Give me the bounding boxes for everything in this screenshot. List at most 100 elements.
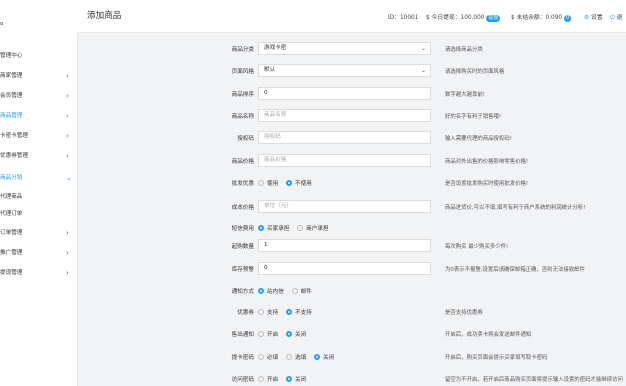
voucher-radio-group: 支持 不支持 [258, 308, 318, 316]
sidebar-item-agent-orders[interactable]: 代理订单 [0, 207, 77, 221]
chevron-right-icon: › [66, 112, 69, 120]
unsettled-balance: $ 未结余额：0.090 0 [511, 15, 572, 22]
radio-not-support[interactable]: 不支持 [285, 308, 312, 316]
stock-warn-input[interactable]: 0 [258, 262, 431, 275]
form-label: 成本价格 [231, 205, 254, 211]
form-hint: 开启后，成功卖卡将会发送邮件通知 [445, 332, 532, 338]
sidebar-item-label: 商家管理 [0, 73, 23, 79]
page-title: 添加商品 [87, 11, 122, 21]
form-label: 商品名称 [231, 114, 254, 120]
sidebar-item-label: 优惠券管理 [0, 153, 28, 159]
sidebar-item-agent-goods[interactable]: 代理商品 [0, 190, 77, 204]
radio-site-msg[interactable]: 站内信 [258, 287, 284, 295]
settings-link[interactable]: ⚙ 设置 [584, 12, 603, 21]
radio-off[interactable]: 关闭 [285, 375, 306, 383]
sort-input[interactable]: 0 [258, 87, 431, 100]
chevron-right-icon: › [66, 249, 69, 257]
chevron-right-icon: › [66, 152, 69, 160]
sidebar-item-label: 商品分销 [0, 175, 23, 181]
sidebar-item-orders[interactable]: 订单管理 › [0, 226, 77, 240]
sidebar-item-home[interactable]: o [0, 17, 77, 31]
pickup-pwd-radio-group: 必填 选填 关闭 [258, 353, 340, 361]
form-hint: 好的名字有利于销售哦! [445, 114, 502, 120]
sidebar-item-label: 商品管理 [0, 113, 23, 119]
radio-optional[interactable]: 选填 [285, 353, 306, 361]
form-label: 短信费用 [231, 226, 254, 232]
form-container: 商品分类 游戏卡密 ⌄ 请选择商品分类 页面风格 默认 ⌄ 请选择购买时的页面风格 … [77, 32, 626, 386]
user-id: ID：10001 [388, 15, 419, 21]
radio-on[interactable]: 开启 [258, 330, 278, 338]
sidebar-item-label: 卡密卡管理 [0, 133, 28, 139]
sell-notify-radio-group: 开启 关闭 [258, 330, 312, 338]
sidebar: o 管理中心 商家管理 › 会员管理 › 商品管理 › 卡密卡管理 › 优惠券管理 › 商… [0, 0, 78, 386]
auth-code-input[interactable]: 授权码 [258, 131, 431, 144]
sidebar-item-label: 推广管理 [0, 250, 23, 256]
header: 添加商品 ID：10001 $ 今日提现：100.000 提现 $ 未结余额：0… [77, 0, 626, 33]
form-label: 访问密码 [231, 377, 254, 383]
sidebar-item-distribution[interactable]: 商品分销 ⌄ [0, 171, 77, 185]
chevron-right-icon: › [66, 269, 69, 277]
sidebar-item-withdraw[interactable]: 提现管理 › [0, 266, 77, 280]
chevron-right-icon: › [66, 92, 69, 100]
form-label: 起购数量 [231, 244, 254, 250]
form-hint: 请选择商品分类 [445, 47, 483, 53]
form-hint: 输入需要代理的商品授权码! [445, 136, 512, 142]
chevron-right-icon: › [66, 132, 69, 140]
notify-radio-group: 站内信 邮件 [258, 287, 318, 295]
sidebar-item-label: o [0, 21, 4, 27]
radio-off[interactable]: 关闭 [313, 353, 334, 361]
form-hint: 商品对外出售的价格影响零售价格! [445, 159, 529, 165]
sidebar-item-label: 代理订单 [0, 211, 23, 217]
radio-merchant[interactable]: 商户承担 [297, 224, 329, 232]
radio-email[interactable]: 邮件 [291, 287, 312, 295]
category-select[interactable]: 游戏卡密 ⌄ [258, 42, 431, 55]
radio-not-use[interactable]: 不使用 [285, 179, 312, 187]
form-hint: 为0表示不报警,设置后请确保邮箱正确，否则无法接收邮件 [445, 267, 585, 273]
form-label: 通知方式 [231, 289, 254, 295]
sidebar-item-goods[interactable]: 商品管理 › [0, 109, 77, 123]
sidebar-item-member[interactable]: 会员管理 › [0, 89, 77, 103]
form-hint: 请选择购买时的页面风格 [445, 69, 505, 75]
chevron-right-icon: › [66, 229, 69, 237]
sidebar-item-label: 管理中心 [0, 53, 23, 59]
sidebar-item-label: 会员管理 [0, 93, 23, 99]
form-hint: 是否支持优惠券 [445, 310, 483, 316]
cost-input[interactable]: 单位（元） [258, 200, 431, 213]
form-hint: 每次购买 最少购买多少件! [445, 244, 509, 250]
form-label: 售出通知 [231, 332, 254, 338]
min-qty-input[interactable]: 1 [258, 239, 431, 252]
form-label: 库存预警 [231, 267, 254, 273]
name-input[interactable]: 商品名称 [258, 109, 431, 122]
sidebar-item-admin-center[interactable]: 管理中心 [0, 49, 77, 63]
sms-radio-group: 买家承担 商户承担 [258, 224, 335, 232]
form-hint: 留空为不开启，若开启后商品购买页面将提示输入设置的密码才能继续访问 [445, 377, 623, 383]
price-input[interactable]: 商品价格 [258, 154, 431, 167]
form-label: 商品价格 [231, 159, 254, 165]
form-label: 页面风格 [231, 69, 254, 75]
sidebar-item-promotion[interactable]: 推广管理 › [0, 246, 77, 260]
form-label: 批发优惠 [231, 181, 254, 187]
gear-icon: ⚙ [584, 15, 590, 21]
sidebar-item-merchant[interactable]: 商家管理 › [0, 69, 77, 83]
radio-buyer[interactable]: 买家承担 [258, 224, 289, 232]
form-label: 商品分类 [231, 47, 254, 53]
form-hint: 开启后，购买页面会提示买家填写取卡密码 [445, 355, 548, 361]
style-select[interactable]: 默认 ⌄ [258, 64, 431, 77]
chevron-down-icon: ⌄ [66, 174, 72, 182]
radio-off[interactable]: 关闭 [285, 330, 306, 338]
coupon-radio-group: 使用 不使用 [258, 179, 318, 187]
withdraw-badge[interactable]: 提现 [486, 15, 501, 22]
chevron-down-icon: ⌄ [420, 45, 426, 52]
power-icon: ⏻ [610, 15, 615, 21]
visit-pwd-radio-group: 开启 关闭 [258, 375, 312, 383]
sidebar-item-cardkey[interactable]: 卡密卡管理 › [0, 129, 77, 143]
radio-required[interactable]: 必填 [258, 353, 278, 361]
chevron-right-icon: › [66, 72, 69, 80]
radio-support[interactable]: 支持 [258, 308, 278, 316]
logout-link[interactable]: ⏻ 退 [610, 12, 622, 22]
sidebar-item-coupon[interactable]: 优惠券管理 › [0, 149, 77, 163]
chevron-down-icon: ⌄ [420, 67, 426, 74]
form-hint: 商品进货价,可以不填,填写有利于商户系统的利润统计分析! [445, 205, 586, 211]
radio-on[interactable]: 开启 [258, 375, 278, 383]
radio-use[interactable]: 使用 [258, 179, 278, 187]
